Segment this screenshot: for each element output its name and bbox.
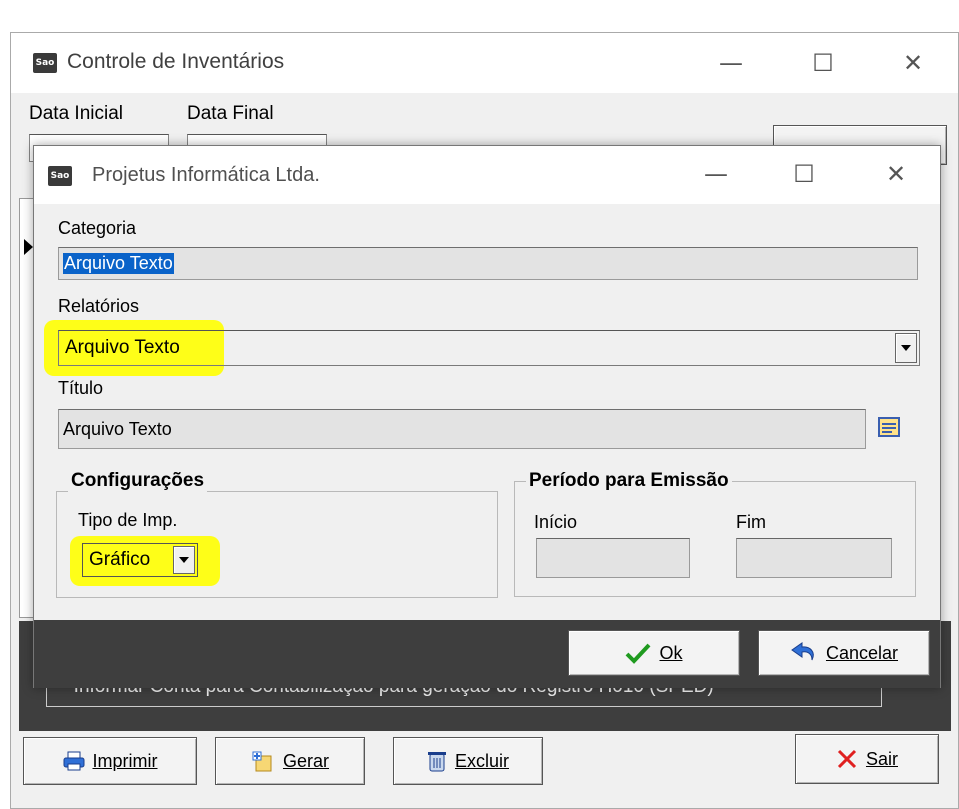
cancelar-label: Cancelar bbox=[825, 642, 899, 663]
dialog-minimize-icon[interactable]: — bbox=[696, 154, 736, 194]
ok-button[interactable]: Ok bbox=[568, 630, 740, 676]
excluir-button[interactable]: Excluir bbox=[393, 737, 543, 785]
check-icon bbox=[626, 643, 651, 664]
ok-label: Ok bbox=[659, 642, 683, 663]
inicio-field[interactable] bbox=[536, 538, 690, 578]
cancelar-button[interactable]: Cancelar bbox=[758, 630, 930, 676]
categoria-label: Categoria bbox=[58, 218, 137, 238]
undo-icon bbox=[791, 642, 814, 661]
printer-icon bbox=[63, 751, 84, 771]
trash-icon bbox=[427, 752, 446, 772]
minimize-icon[interactable]: — bbox=[711, 43, 751, 83]
tipo-imp-value: Gráfico bbox=[89, 549, 151, 570]
dialog-button-bar: Ok Cancelar bbox=[34, 620, 940, 688]
titulo-value: Arquivo Texto bbox=[63, 418, 172, 439]
fim-field[interactable] bbox=[736, 538, 892, 578]
sair-button[interactable]: Sair bbox=[795, 734, 939, 784]
fim-label: Fim bbox=[736, 512, 766, 532]
dialog-app-icon: Sao bbox=[48, 166, 72, 186]
categoria-value: Arquivo Texto bbox=[63, 253, 174, 274]
main-window-title: Controle de Inventários bbox=[67, 50, 285, 73]
relatorios-value: Arquivo Texto bbox=[65, 337, 180, 358]
gerar-label: Gerar bbox=[282, 750, 329, 771]
data-inicial-label: Data Inicial bbox=[29, 103, 123, 124]
relatorios-label: Relatórios bbox=[58, 296, 140, 316]
close-x-icon bbox=[837, 749, 857, 769]
tipo-imp-combo[interactable]: Gráfico bbox=[82, 543, 198, 577]
tipo-imp-dropdown-icon[interactable] bbox=[173, 546, 195, 574]
maximize-icon[interactable]: ☐ bbox=[803, 43, 843, 83]
titulo-label: Título bbox=[58, 378, 104, 398]
dialog-maximize-icon[interactable]: ☐ bbox=[784, 154, 824, 194]
new-document-icon bbox=[252, 751, 272, 772]
row-indicator-icon bbox=[24, 239, 33, 255]
close-icon[interactable]: ✕ bbox=[893, 43, 933, 83]
relatorios-combo[interactable]: Arquivo Texto bbox=[58, 330, 920, 366]
dialog-close-icon[interactable]: ✕ bbox=[876, 154, 916, 194]
tipo-imp-label: Tipo de Imp. bbox=[78, 510, 178, 530]
edit-title-icon[interactable] bbox=[878, 416, 900, 443]
data-final-label: Data Final bbox=[187, 103, 274, 124]
inicio-label: Início bbox=[534, 512, 578, 532]
imprimir-button[interactable]: Imprimir bbox=[23, 737, 197, 785]
imprimir-label: Imprimir bbox=[92, 750, 158, 771]
gerar-button[interactable]: Gerar bbox=[215, 737, 365, 785]
dialog-title: Projetus Informática Ltda. bbox=[92, 164, 320, 186]
configuracoes-title: Configurações bbox=[68, 470, 208, 492]
app-icon: Sao bbox=[33, 53, 57, 73]
relatorios-dropdown-icon[interactable] bbox=[895, 333, 917, 363]
titulo-field[interactable]: Arquivo Texto bbox=[58, 409, 866, 449]
sair-label: Sair bbox=[865, 748, 898, 769]
categoria-field[interactable]: Arquivo Texto bbox=[58, 247, 918, 280]
excluir-label: Excluir bbox=[454, 750, 509, 771]
projetus-dialog: Sao Projetus Informática Ltda. — ☐ ✕ Cat… bbox=[33, 145, 941, 688]
periodo-title: Período para Emissão bbox=[526, 470, 732, 492]
